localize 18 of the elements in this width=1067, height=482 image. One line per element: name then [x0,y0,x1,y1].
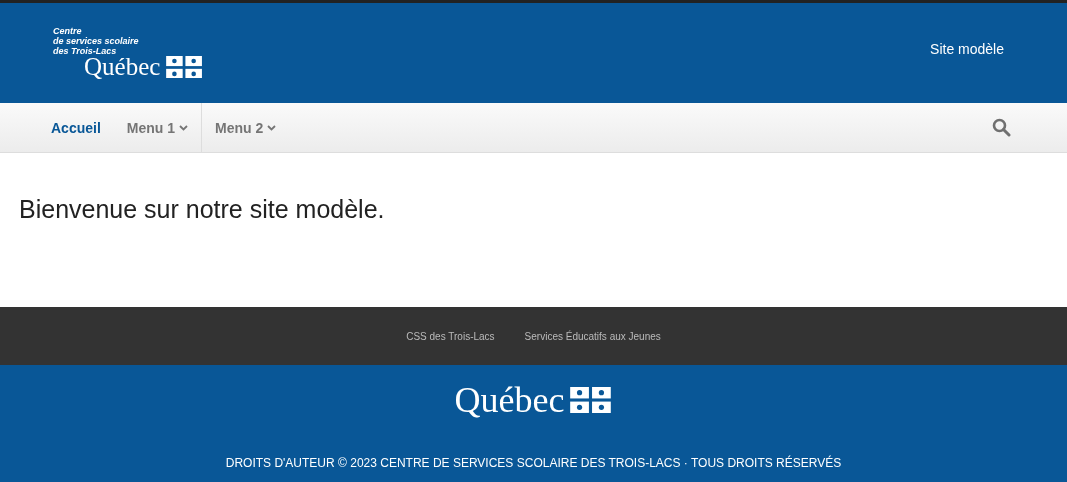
logo-wordmark: Québec [84,54,161,80]
footer-link[interactable]: CSS des Trois-Lacs [406,330,495,342]
chevron-icon [267,124,277,131]
nav-item[interactable]: Menu 1 [113,103,202,152]
page-heading: Bienvenue sur notre site modèle. [19,195,385,224]
logo-org-line: de services scolaire [53,36,140,46]
search-icon[interactable] [992,118,1011,137]
footer-link[interactable]: Services Éducatifs aux Jeunes [524,330,661,342]
logo-org-line: des Trois-Lacs [53,46,118,56]
nav-item[interactable]: Accueil [38,103,114,152]
flag-icon [570,387,613,413]
logo-org-line: Centre [53,26,83,36]
copyright-text: DROITS D'AUTEUR © 2023 CENTRE DE SERVICES SCOLAIRE DES TROIS-LACS · TOUS DROITS RÉSERVÉS [225,456,842,470]
site-title-link[interactable]: Site modèle [930,41,1004,103]
chevron-icon [179,124,189,131]
nav-item[interactable]: Menu 2 [201,103,290,152]
footer-wordmark: Québec [454,381,565,419]
flag-icon [166,55,204,79]
